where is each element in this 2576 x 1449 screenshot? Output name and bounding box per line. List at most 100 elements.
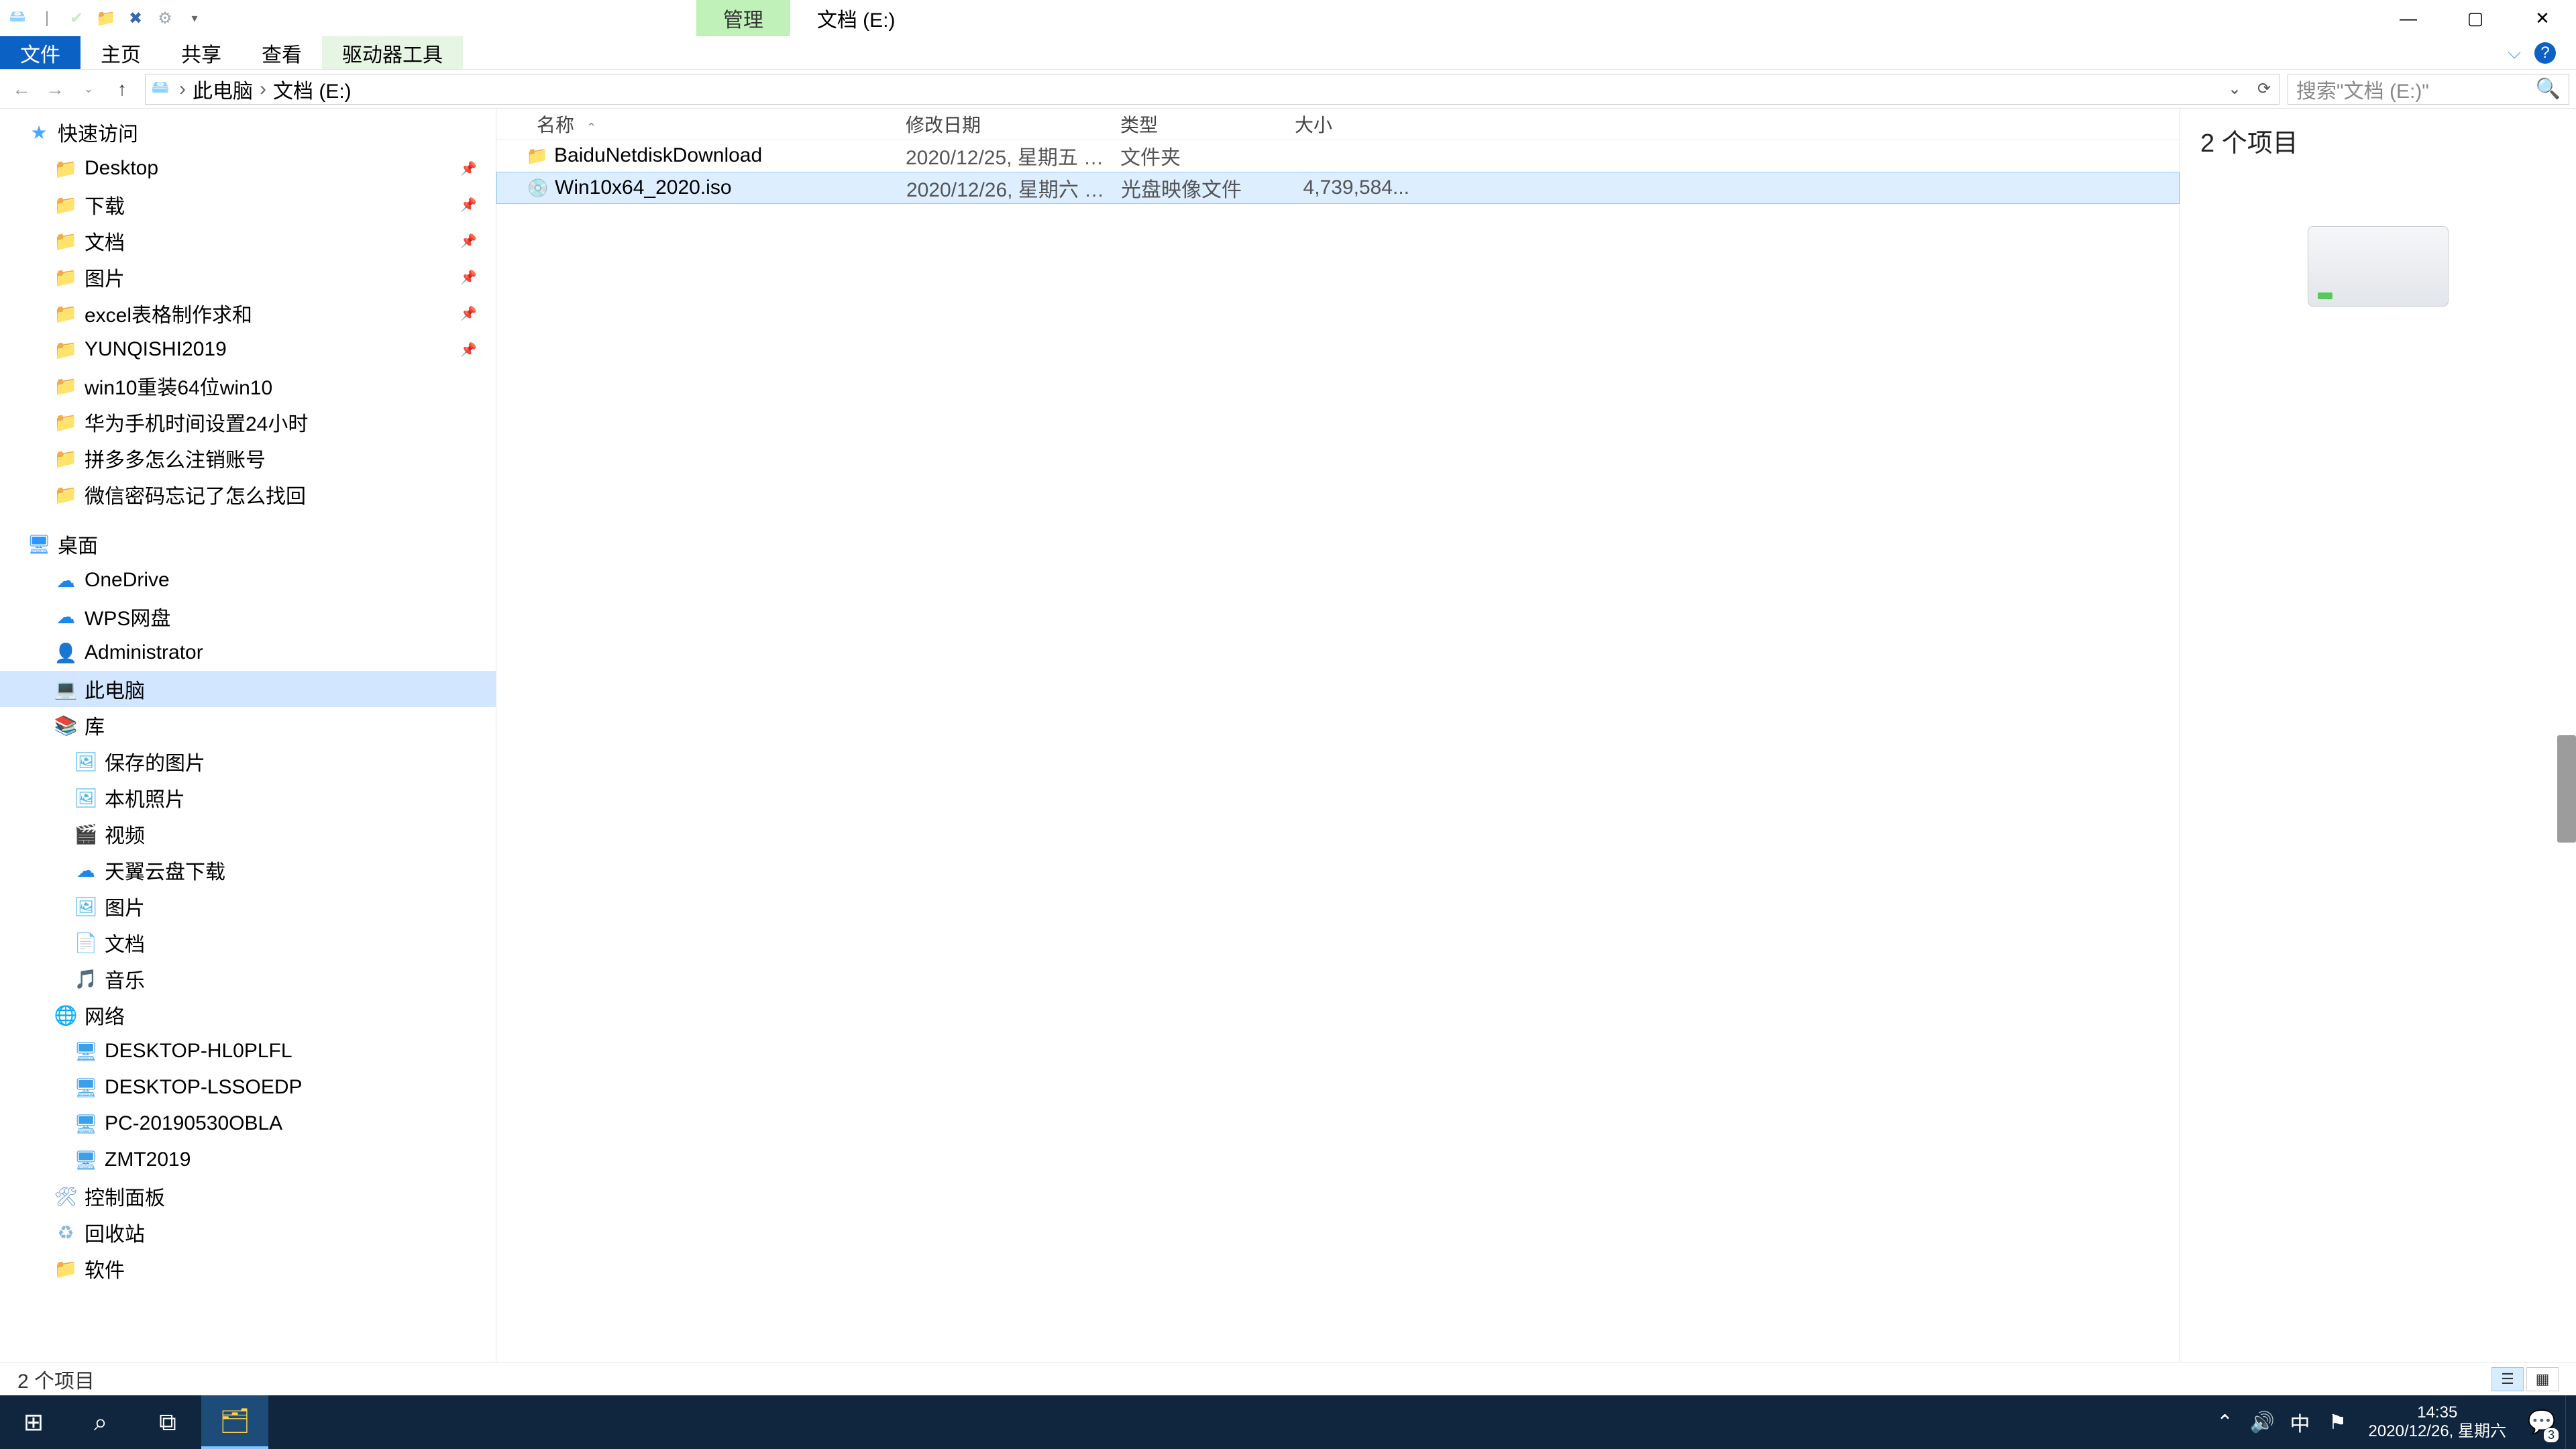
sort-indicator-icon: ⌃ — [586, 121, 596, 134]
col-size[interactable]: 大小 — [1281, 111, 1429, 138]
tree-win10-64-win10[interactable]: 📁win10重装64位win10 — [0, 368, 496, 404]
tree-pc-20190530obla[interactable]: 🖥PC-20190530OBLA — [0, 1106, 496, 1142]
ribbon-tabs: 文件 主页 共享 查看 驱动器工具 ⌵ ? — [0, 36, 2576, 70]
tree--[interactable]: 📁文档📌 — [0, 223, 496, 259]
tree--[interactable]: 📁微信密码忘记了怎么找回 — [0, 476, 496, 513]
start-button[interactable]: ⊞ — [0, 1395, 67, 1449]
chevron-down-icon[interactable]: ▾ — [184, 7, 205, 29]
tree-administrator[interactable]: 👤Administrator — [0, 635, 496, 671]
view-large-icons-button[interactable]: ▦ — [2526, 1367, 2559, 1391]
check-icon[interactable]: ✔ — [66, 7, 87, 29]
pin-icon: 📌 — [460, 341, 477, 358]
tree-yunqishi2019[interactable]: 📁YUNQISHI2019📌 — [0, 331, 496, 368]
tree-onedrive[interactable]: ☁OneDrive — [0, 562, 496, 598]
gear-icon[interactable]: ⚙ — [154, 7, 176, 29]
tree-label: 音乐 — [105, 964, 145, 994]
folder-icon: 📁 — [54, 446, 78, 470]
tree--[interactable]: 💻此电脑 — [0, 671, 496, 707]
tree-desktop[interactable]: 📁 Desktop 📌 — [0, 150, 496, 186]
pin-icon: 📌 — [460, 197, 477, 213]
tree--[interactable]: 🖥桌面 — [0, 526, 496, 562]
tree--[interactable]: 🌐网络 — [0, 997, 496, 1033]
tree--[interactable]: ★快速访问 — [0, 114, 496, 150]
ctx-manage-tab[interactable]: 管理 — [696, 0, 790, 36]
tree--[interactable]: ♻回收站 — [0, 1214, 496, 1250]
nav-back-button[interactable]: ← — [7, 74, 36, 104]
folder-icon: 📁 — [54, 156, 78, 180]
col-type[interactable]: 类型 — [1107, 111, 1281, 138]
task-view-button[interactable]: ⧉ — [134, 1395, 201, 1449]
taskbar-clock[interactable]: 14:35 2020/12/26, 星期六 — [2357, 1403, 2518, 1441]
tree-excel-[interactable]: 📁excel表格制作求和📌 — [0, 295, 496, 331]
tree--[interactable]: 🖼本机照片 — [0, 780, 496, 816]
menu-view[interactable]: 查看 — [241, 36, 322, 69]
tree-label: WPS网盘 — [85, 602, 170, 631]
tree-label: Desktop — [85, 157, 158, 180]
address-dropdown-button[interactable]: ⌄ — [2220, 74, 2249, 104]
breadcrumb-leaf[interactable]: 文档 (E:) — [270, 74, 354, 104]
tree--[interactable]: 📁图片📌 — [0, 259, 496, 295]
address-bar[interactable]: 🖴 › 此电脑 › 文档 (E:) ⌄ ⟳ — [145, 74, 2279, 105]
col-name[interactable]: 名称⌃ — [496, 111, 892, 138]
tree--[interactable]: 🎵音乐 — [0, 961, 496, 997]
pin-icon: 📌 — [460, 160, 477, 177]
show-desktop-button[interactable] — [2565, 1395, 2576, 1449]
file-date: 2020/12/25, 星期五 1... — [892, 141, 1107, 170]
breadcrumb-root[interactable]: 此电脑 — [190, 74, 256, 104]
menu-home[interactable]: 主页 — [80, 36, 161, 69]
refresh-button[interactable]: ⟳ — [2249, 74, 2279, 104]
tree--[interactable]: ☁天翼云盘下载 — [0, 852, 496, 888]
tree--[interactable]: 🖼图片 — [0, 888, 496, 924]
menu-share[interactable]: 共享 — [161, 36, 241, 69]
tree--[interactable]: 📚库 — [0, 707, 496, 743]
details-scroll-thumb[interactable] — [2557, 735, 2576, 843]
tree-label: 软件 — [85, 1254, 125, 1283]
cloud-icon: ☁ — [54, 568, 78, 592]
col-date[interactable]: 修改日期 — [892, 111, 1107, 138]
view-details-button[interactable]: ☰ — [2491, 1367, 2524, 1391]
menu-file[interactable]: 文件 — [0, 36, 80, 69]
tree--[interactable]: 📁拼多多怎么注销账号 — [0, 440, 496, 476]
close-button[interactable]: ✕ — [2509, 0, 2576, 36]
tray-overflow-button[interactable]: ⌃ — [2206, 1395, 2244, 1449]
file-date: 2020/12/26, 星期六 1... — [893, 173, 1108, 203]
folder-icon[interactable]: 📁 — [95, 7, 117, 29]
tree-label: 桌面 — [58, 529, 98, 559]
tree--[interactable]: 🛠控制面板 — [0, 1178, 496, 1214]
help-icon[interactable]: ? — [2534, 42, 2556, 64]
ribbon-collapse-icon[interactable]: ⌵ — [2508, 42, 2521, 64]
close-icon[interactable]: ✖ — [125, 7, 146, 29]
tree-label: 网络 — [85, 1000, 125, 1030]
nav-history-button[interactable]: ⌄ — [74, 74, 103, 104]
tree-label: PC-20190530OBLA — [105, 1112, 282, 1135]
action-center-button[interactable]: 💬3 — [2518, 1395, 2565, 1449]
search-box[interactable]: 搜索"文档 (E:)" 🔍 — [2288, 74, 2569, 105]
taskbar-explorer-button[interactable]: 🗂 — [201, 1395, 268, 1449]
tree--[interactable]: 📁软件 — [0, 1250, 496, 1287]
maximize-button[interactable]: ▢ — [2442, 0, 2509, 36]
tree-desktop-hl0plfl[interactable]: 🖥DESKTOP-HL0PLFL — [0, 1033, 496, 1069]
minimize-button[interactable]: ― — [2375, 0, 2442, 36]
netpc-icon: 🖥 — [74, 1148, 98, 1172]
taskbar-search-button[interactable]: ⌕ — [67, 1395, 134, 1449]
ime-indicator[interactable]: 中 — [2282, 1395, 2319, 1449]
tree-zmt2019[interactable]: 🖥ZMT2019 — [0, 1142, 496, 1178]
tree--[interactable]: 📄文档 — [0, 924, 496, 961]
tree--[interactable]: 🖼保存的图片 — [0, 743, 496, 780]
tree-wps-[interactable]: ☁WPS网盘 — [0, 598, 496, 635]
tree-label: excel表格制作求和 — [85, 299, 252, 328]
tree--24-[interactable]: 📁华为手机时间设置24小时 — [0, 404, 496, 440]
volume-icon[interactable]: 🔊 — [2244, 1395, 2282, 1449]
security-icon[interactable]: ⚑ — [2319, 1395, 2357, 1449]
tree-desktop-lssoedp[interactable]: 🖥DESKTOP-LSSOEDP — [0, 1069, 496, 1106]
nav-forward-button[interactable]: → — [40, 74, 70, 104]
tree--[interactable]: 📁下载📌 — [0, 186, 496, 223]
file-row[interactable]: 📁BaiduNetdiskDownload2020/12/25, 星期五 1..… — [496, 140, 2180, 172]
titlebar: 🖴 | ✔ 📁 ✖ ⚙ ▾ 管理 文档 (E:) ― ▢ ✕ — [0, 0, 2576, 36]
tree--[interactable]: 🎬视频 — [0, 816, 496, 852]
file-row[interactable]: 💿Win10x64_2020.iso2020/12/26, 星期六 1...光盘… — [496, 172, 2180, 204]
folder-icon: 📁 — [54, 229, 78, 253]
file-type: 光盘映像文件 — [1108, 173, 1282, 203]
menu-driver-tools[interactable]: 驱动器工具 — [322, 36, 463, 69]
nav-up-button[interactable]: ↑ — [107, 74, 137, 104]
